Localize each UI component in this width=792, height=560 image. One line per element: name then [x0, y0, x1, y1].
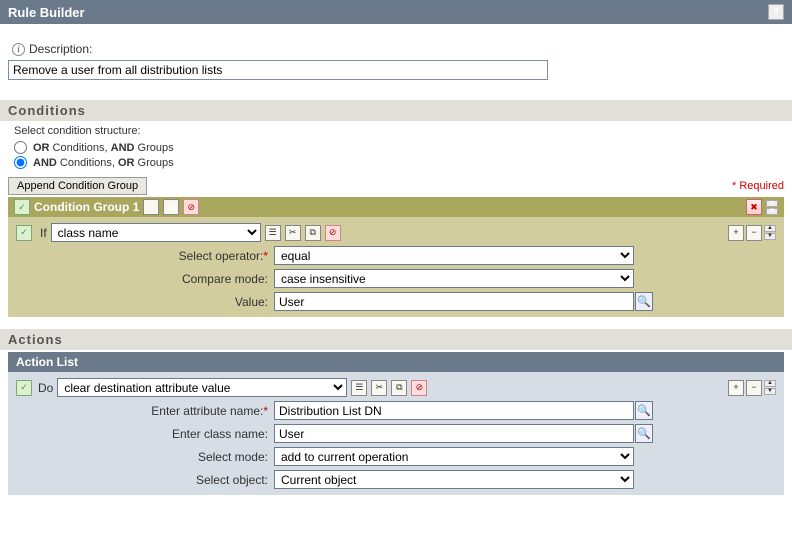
class-name-input[interactable]: [274, 424, 634, 443]
cut-condition-icon[interactable]: ✂: [285, 225, 301, 241]
action-validate-icon[interactable]: ✓: [16, 380, 32, 396]
compare-row: Compare mode: case insensitive: [16, 267, 776, 290]
info-icon: i: [12, 43, 25, 56]
delete-group-icon[interactable]: ✖: [746, 199, 762, 215]
add-condition-icon[interactable]: +: [728, 225, 744, 241]
class-browse-icon[interactable]: 🔍: [635, 424, 653, 443]
operator-select[interactable]: equal: [274, 246, 634, 265]
value-browse-icon[interactable]: 🔍: [635, 292, 653, 311]
validate-icon[interactable]: ✓: [14, 199, 30, 215]
append-condition-group-button[interactable]: Append Condition Group: [8, 177, 147, 195]
title-bar: Rule Builder ?: [0, 0, 792, 24]
copy-action-icon[interactable]: ⧉: [391, 380, 407, 396]
description-input[interactable]: [8, 60, 548, 80]
paste-condition-icon[interactable]: ⊘: [325, 225, 341, 241]
actions-header: Actions: [0, 329, 792, 350]
cut-icon[interactable]: ✂: [143, 199, 159, 215]
attribute-browse-icon[interactable]: 🔍: [635, 401, 653, 420]
condition-group-header: ✓ Condition Group 1 ✂ ⧉ ⊘ ✖ ▲▼: [8, 197, 784, 217]
description-panel: i Description:: [0, 24, 792, 88]
radio-and-label: AND Conditions, OR Groups: [33, 157, 174, 169]
mode-select[interactable]: add to current operation: [274, 447, 634, 466]
help-icon[interactable]: ?: [768, 4, 784, 20]
paste-icon[interactable]: ⊘: [183, 199, 199, 215]
object-row: Select object: Current object: [16, 468, 776, 491]
condition-group-body: ✓ If class name ☰ ✂ ⧉ ⊘ + − ▲▼ Select op…: [8, 217, 784, 317]
do-label: Do: [38, 381, 53, 395]
radio-and[interactable]: [14, 156, 27, 169]
if-label: If: [40, 226, 47, 240]
value-input[interactable]: [274, 292, 634, 311]
class-name-select[interactable]: class name: [51, 223, 261, 242]
copy-icon[interactable]: ⧉: [163, 199, 179, 215]
compare-mode-select[interactable]: case insensitive: [274, 269, 634, 288]
row-validate-icon[interactable]: ✓: [16, 225, 32, 241]
attr-name-label: Enter attribute name:*: [16, 404, 274, 418]
value-label: Value:: [16, 295, 274, 309]
remove-condition-icon[interactable]: −: [746, 225, 762, 241]
action-list-body: ✓ Do clear destination attribute value ☰…: [8, 372, 784, 495]
remove-action-icon[interactable]: −: [746, 380, 762, 396]
structure-label: Select condition structure:: [14, 125, 792, 137]
edit-action-icon[interactable]: ☰: [351, 380, 367, 396]
action-list-title: Action List: [8, 352, 784, 372]
attribute-name-input[interactable]: [274, 401, 634, 420]
compare-label: Compare mode:: [16, 272, 274, 286]
condition-group-title: Condition Group 1: [34, 200, 139, 214]
attr-name-row: Enter attribute name:* 🔍: [16, 399, 776, 422]
required-label: * Required: [732, 180, 784, 192]
radio-and-row[interactable]: AND Conditions, OR Groups: [14, 156, 792, 169]
conditions-header: Conditions: [0, 100, 792, 121]
class-name-label: Enter class name:: [16, 427, 274, 441]
operator-row: Select operator:* equal: [16, 244, 776, 267]
operator-label: Select operator:*: [16, 249, 274, 263]
page-title: Rule Builder: [8, 5, 85, 20]
action-reorder[interactable]: ▲▼: [764, 380, 776, 396]
object-select[interactable]: Current object: [274, 470, 634, 489]
radio-or-row[interactable]: OR Conditions, AND Groups: [14, 141, 792, 154]
conditions-toolbar: Append Condition Group * Required: [0, 177, 792, 195]
radio-or-label: OR Conditions, AND Groups: [33, 142, 174, 154]
class-name-row: Enter class name: 🔍: [16, 422, 776, 445]
mode-label: Select mode:: [16, 450, 274, 464]
action-row: ✓ Do clear destination attribute value ☰…: [16, 376, 776, 399]
value-row: Value: 🔍: [16, 290, 776, 313]
group-reorder[interactable]: ▲▼: [766, 200, 778, 215]
condition-row: ✓ If class name ☰ ✂ ⧉ ⊘ + − ▲▼: [16, 221, 776, 244]
copy-condition-icon[interactable]: ⧉: [305, 225, 321, 241]
radio-or[interactable]: [14, 141, 27, 154]
action-select[interactable]: clear destination attribute value: [57, 378, 347, 397]
edit-condition-icon[interactable]: ☰: [265, 225, 281, 241]
add-action-icon[interactable]: +: [728, 380, 744, 396]
paste-action-icon[interactable]: ⊘: [411, 380, 427, 396]
cut-action-icon[interactable]: ✂: [371, 380, 387, 396]
description-label: Description:: [29, 42, 92, 56]
mode-row: Select mode: add to current operation: [16, 445, 776, 468]
object-label: Select object:: [16, 473, 274, 487]
condition-reorder[interactable]: ▲▼: [764, 225, 776, 241]
description-label-row: i Description:: [12, 42, 784, 56]
